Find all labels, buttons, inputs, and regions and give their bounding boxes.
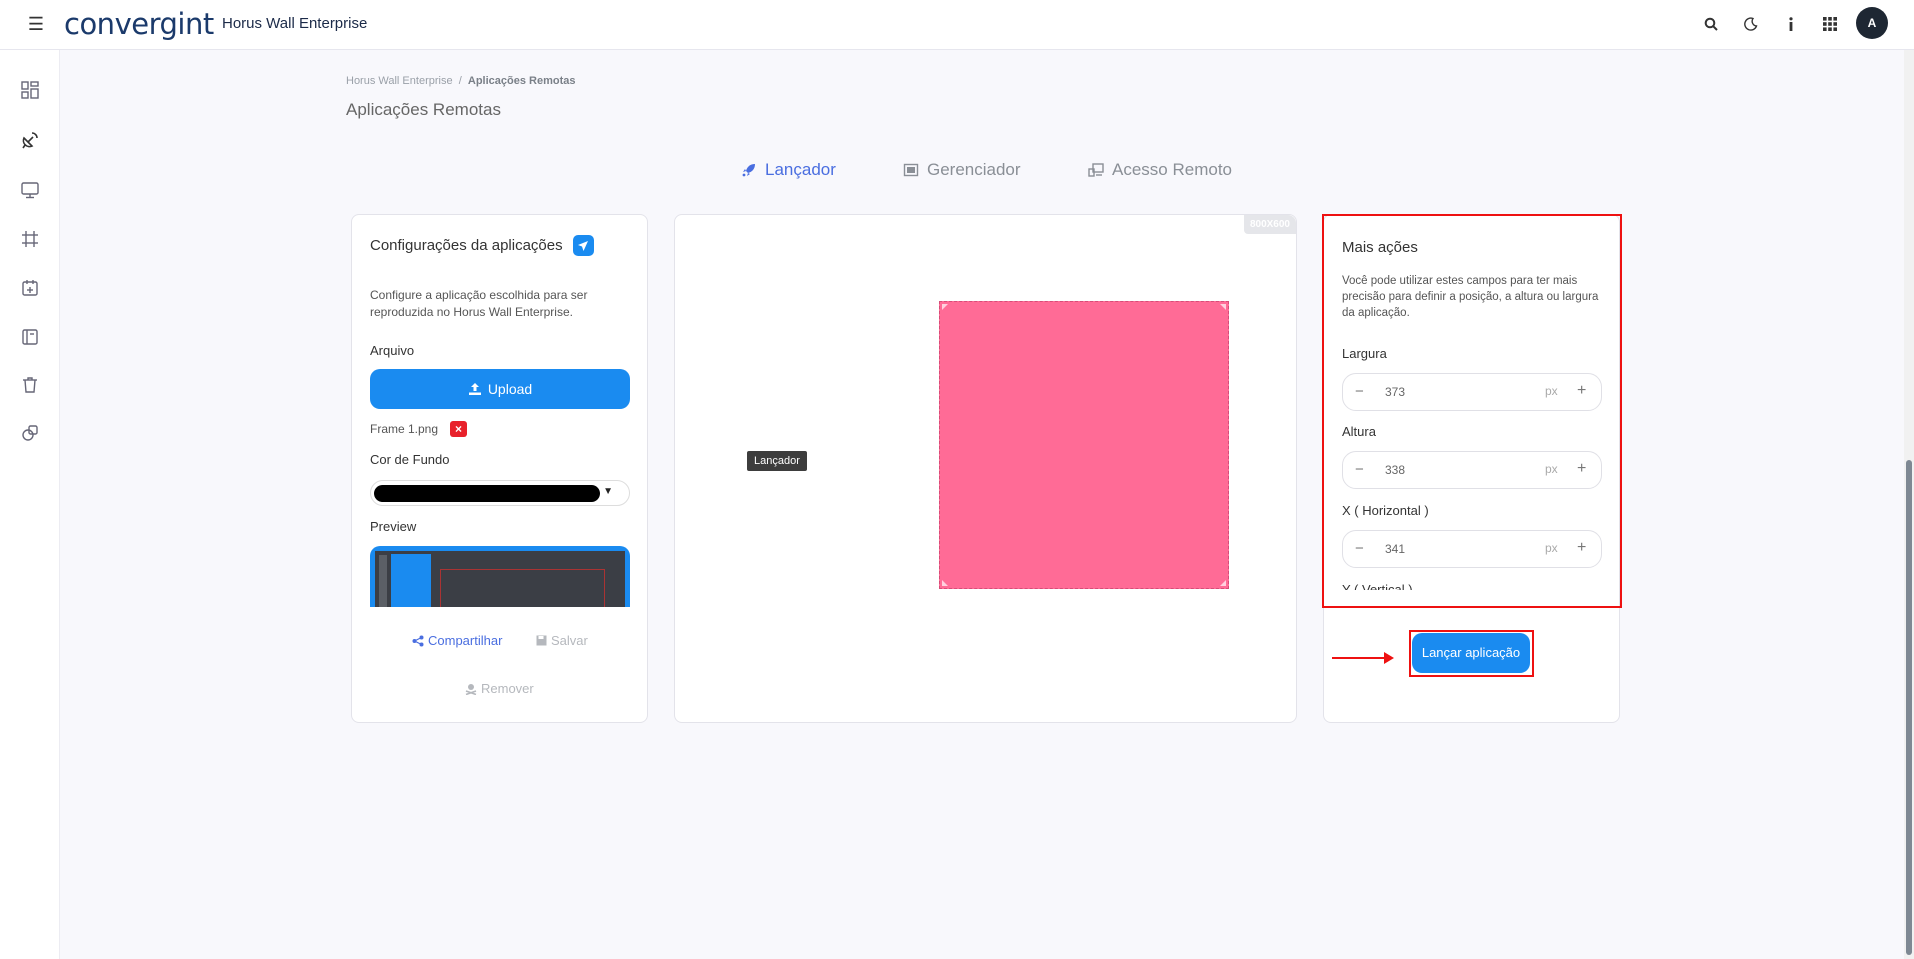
resize-handle-top-right[interactable] bbox=[1220, 304, 1226, 310]
file-label: Arquivo bbox=[370, 343, 415, 358]
app-placement-box[interactable] bbox=[939, 301, 1229, 589]
resize-handle-bottom-left[interactable] bbox=[942, 580, 948, 586]
preview-sidebar bbox=[379, 555, 387, 607]
menu-icon[interactable]: ☰ bbox=[26, 14, 46, 34]
save-label: Salvar bbox=[551, 633, 588, 648]
save-icon bbox=[536, 635, 547, 646]
preview-grid bbox=[391, 554, 431, 607]
upload-button[interactable]: Upload bbox=[370, 369, 630, 409]
preview-screen bbox=[375, 551, 625, 607]
upload-icon bbox=[468, 383, 481, 395]
share-label: Compartilhar bbox=[428, 633, 503, 648]
caret-down-icon: ▼ bbox=[603, 486, 613, 497]
preview-label: Preview bbox=[370, 519, 417, 534]
share-icon bbox=[412, 635, 424, 646]
tab-manager[interactable]: Gerenciador bbox=[903, 160, 1021, 180]
rocket-icon bbox=[742, 164, 755, 177]
image-frame-icon bbox=[903, 163, 919, 177]
preview-outline bbox=[440, 569, 605, 607]
calendar-plus-icon[interactable] bbox=[20, 278, 40, 298]
resolution-badge: 800X600 bbox=[1243, 215, 1296, 234]
satellite-icon[interactable] bbox=[20, 130, 40, 150]
resize-handle-top-left[interactable] bbox=[942, 304, 948, 310]
tab-launcher[interactable]: Lançador bbox=[741, 160, 836, 180]
config-card: Configurações da aplicações Configure a … bbox=[351, 214, 648, 723]
annotation-highlight-more-actions bbox=[1322, 214, 1622, 608]
annotation-arrow bbox=[1332, 652, 1394, 664]
remove-label: Remover bbox=[481, 681, 534, 696]
breadcrumb-current: Aplicações Remotas bbox=[467, 75, 576, 87]
top-bar: ☰ convergint Horus Wall Enterprise A bbox=[0, 0, 1914, 50]
preview-thumbnail bbox=[370, 546, 630, 607]
launch-app-button[interactable]: Lançar aplicação bbox=[1412, 633, 1530, 673]
config-title-text: Configurações da aplicações bbox=[370, 237, 563, 254]
remote-desktop-icon bbox=[1088, 163, 1104, 177]
breadcrumb: Horus Wall Enterprise / Aplicações Remot… bbox=[346, 75, 576, 87]
dark-mode-icon[interactable] bbox=[1740, 13, 1762, 35]
resize-handle-bottom-right[interactable] bbox=[1220, 580, 1226, 586]
paper-plane-icon bbox=[572, 235, 594, 256]
file-name: Frame 1.png bbox=[370, 422, 439, 436]
app-title: Horus Wall Enterprise bbox=[222, 15, 368, 32]
page-title: Aplicações Remotas bbox=[346, 100, 501, 119]
notebook-icon[interactable] bbox=[20, 327, 40, 347]
tab-remote-access-label: Acesso Remoto bbox=[1112, 160, 1232, 179]
config-description: Configure a aplicação escolhida para ser… bbox=[370, 288, 588, 319]
remove-button[interactable]: Remover bbox=[465, 681, 534, 696]
breadcrumb-root[interactable]: Horus Wall Enterprise bbox=[346, 75, 453, 87]
share-button[interactable]: Compartilhar bbox=[412, 633, 502, 648]
apps-grid-icon[interactable] bbox=[1819, 13, 1841, 35]
scrollbar-thumb[interactable] bbox=[1906, 460, 1912, 955]
remove-file-icon[interactable]: × bbox=[450, 421, 468, 437]
tab-remote-access[interactable]: Acesso Remoto bbox=[1088, 160, 1232, 180]
frame-icon[interactable] bbox=[20, 229, 40, 249]
search-icon[interactable] bbox=[1700, 13, 1722, 35]
launcher-tooltip: Lançador bbox=[747, 451, 807, 471]
file-row: Frame 1.png × bbox=[370, 421, 468, 437]
breadcrumb-separator: / bbox=[458, 75, 462, 87]
color-swatch bbox=[374, 485, 600, 502]
tab-launcher-label: Lançador bbox=[765, 160, 836, 179]
tab-manager-label: Gerenciador bbox=[927, 160, 1021, 179]
bg-color-label: Cor de Fundo bbox=[370, 452, 450, 467]
info-icon[interactable] bbox=[1780, 13, 1802, 35]
dashboard-icon[interactable] bbox=[20, 80, 40, 100]
trash-icon[interactable] bbox=[20, 375, 40, 395]
sidebar bbox=[0, 50, 60, 959]
brand-logo[interactable]: convergint bbox=[64, 7, 214, 41]
monitor-icon[interactable] bbox=[20, 180, 40, 200]
user-avatar[interactable]: A bbox=[1856, 7, 1888, 39]
upload-label: Upload bbox=[487, 381, 533, 397]
config-card-title: Configurações da aplicações bbox=[370, 235, 594, 256]
skull-crossbones-icon bbox=[465, 683, 477, 695]
canvas-card: 800X600 Lançador bbox=[674, 214, 1297, 723]
save-button[interactable]: Salvar bbox=[536, 633, 588, 648]
bg-color-select[interactable]: ▼ bbox=[370, 480, 630, 506]
copy-icon[interactable] bbox=[20, 423, 40, 443]
